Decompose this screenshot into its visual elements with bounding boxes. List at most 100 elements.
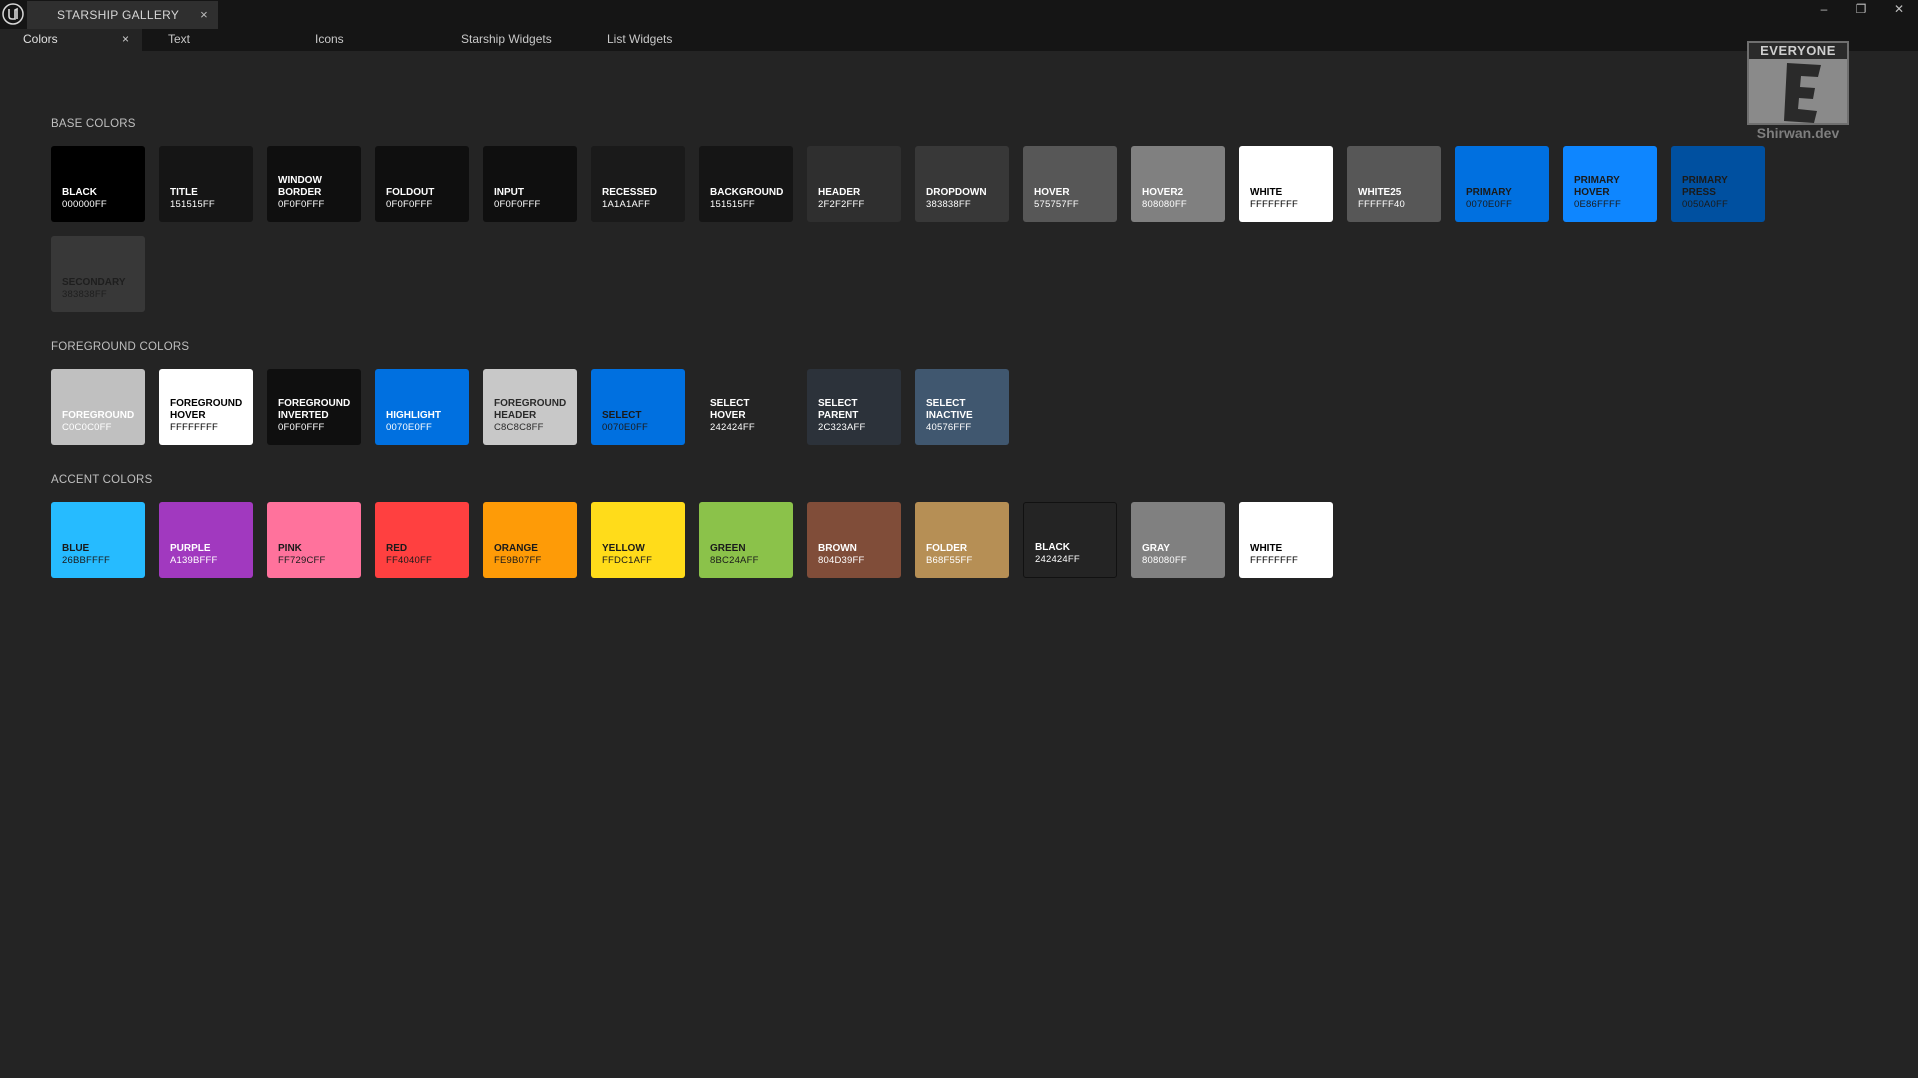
esrb-rating-badge: EVERYONE Shirwan.dev <box>1747 41 1849 141</box>
color-swatch[interactable]: WHITE25 FFFFFF40 <box>1347 146 1441 222</box>
swatch-hex: A139BFFF <box>170 555 218 566</box>
color-swatch[interactable]: RECESSED 1A1A1AFF <box>591 146 685 222</box>
restore-button[interactable]: ❐ <box>1843 0 1879 18</box>
title-bar: STARSHIP GALLERY × – ❐ ✕ <box>0 0 1918 29</box>
swatch-text: INPUT 0F0F0FFF <box>494 187 573 211</box>
color-swatch[interactable]: SELECT 0070E0FF <box>591 369 685 445</box>
swatch-text: FOREGROUND INVERTED 0F0F0FFF <box>278 398 357 434</box>
color-swatch[interactable]: HOVER2 808080FF <box>1131 146 1225 222</box>
color-swatch[interactable]: PINK FF729CFF <box>267 502 361 578</box>
swatch-text: FOREGROUND HOVER FFFFFFFF <box>170 398 249 434</box>
swatch-hex: FF729CFF <box>278 555 326 566</box>
swatch-name: WHITE <box>1250 187 1283 198</box>
swatch-hex: 0F0F0FFF <box>278 199 325 210</box>
accent-colors-grid: BLUE 26BBFFFF PURPLE A139BFFF PINK FF729CFF RE… <box>51 502 1781 578</box>
swatch-hex: FFDC1AFF <box>602 555 653 566</box>
swatch-name: HOVER <box>1034 187 1070 198</box>
color-swatch[interactable]: SECONDARY 383838FF <box>51 236 145 312</box>
tab-text[interactable]: Text <box>168 29 190 51</box>
color-swatch[interactable]: WHITE FFFFFFFF <box>1239 146 1333 222</box>
swatch-name: WHITE <box>1250 543 1283 554</box>
color-swatch[interactable]: WINDOW BORDER 0F0F0FFF <box>267 146 361 222</box>
color-swatch[interactable]: HEADER 2F2F2FFF <box>807 146 901 222</box>
swatch-hex: 0070E0FF <box>386 422 432 433</box>
color-swatch[interactable]: FOREGROUND HOVER FFFFFFFF <box>159 369 253 445</box>
color-swatch[interactable]: PURPLE A139BFFF <box>159 502 253 578</box>
color-swatch[interactable]: HIGHLIGHT 0070E0FF <box>375 369 469 445</box>
swatch-hex: 804D39FF <box>818 555 865 566</box>
swatch-name: SELECT INACTIVE <box>926 398 973 421</box>
color-swatch[interactable]: RED FF4040FF <box>375 502 469 578</box>
color-swatch[interactable]: GREEN 8BC24AFF <box>699 502 793 578</box>
swatch-name: BROWN <box>818 543 857 554</box>
document-tab-label: STARSHIP GALLERY <box>57 8 180 22</box>
color-swatch[interactable]: BLUE 26BBFFFF <box>51 502 145 578</box>
tab-icons[interactable]: Icons <box>315 29 344 51</box>
color-swatch[interactable]: YELLOW FFDC1AFF <box>591 502 685 578</box>
color-swatch[interactable]: BROWN 804D39FF <box>807 502 901 578</box>
color-swatch[interactable]: INPUT 0F0F0FFF <box>483 146 577 222</box>
color-swatch[interactable]: FOREGROUND INVERTED 0F0F0FFF <box>267 369 361 445</box>
color-swatch[interactable]: HOVER 575757FF <box>1023 146 1117 222</box>
tab-colors[interactable]: Colors × <box>0 29 142 51</box>
swatch-hex: FFFFFFFF <box>1250 199 1299 210</box>
swatch-hex: FE9B07FF <box>494 555 542 566</box>
close-tab-icon[interactable]: × <box>200 1 208 29</box>
swatch-text: SELECT PARENT 2C323AFF <box>818 398 897 434</box>
minimize-button[interactable]: – <box>1806 0 1842 18</box>
color-swatch[interactable]: DROPDOWN 383838FF <box>915 146 1009 222</box>
tab-starship-widgets[interactable]: Starship Widgets <box>461 29 552 51</box>
color-swatch[interactable]: FOLDER B68F55FF <box>915 502 1009 578</box>
color-swatch[interactable]: FOLDOUT 0F0F0FFF <box>375 146 469 222</box>
rating-header: EVERYONE <box>1749 43 1847 59</box>
swatch-name: GREEN <box>710 543 746 554</box>
color-swatch[interactable]: PRIMARY 0070E0FF <box>1455 146 1549 222</box>
swatch-hex: 383838FF <box>926 199 971 210</box>
swatch-text: SELECT INACTIVE 40576FFF <box>926 398 1005 434</box>
color-swatch[interactable]: FOREGROUND C0C0C0FF <box>51 369 145 445</box>
swatch-text: FOLDER B68F55FF <box>926 543 1005 567</box>
swatch-hex: FFFFFFFF <box>1250 555 1299 566</box>
color-swatch[interactable]: SELECT HOVER 242424FF <box>699 369 793 445</box>
section-title-foreground: FOREGROUND COLORS <box>51 341 190 353</box>
color-swatch[interactable]: BLACK 242424FF <box>1023 502 1117 578</box>
swatch-name: PINK <box>278 543 302 554</box>
swatch-hex: 0050A0FF <box>1682 199 1728 210</box>
color-swatch[interactable]: BLACK 000000FF <box>51 146 145 222</box>
color-swatch[interactable]: PRIMARY HOVER 0E86FFFF <box>1563 146 1657 222</box>
unreal-engine-logo-icon[interactable] <box>2 3 24 25</box>
color-swatch[interactable]: FOREGROUND HEADER C8C8C8FF <box>483 369 577 445</box>
swatch-name: RED <box>386 543 408 554</box>
swatch-text: PRIMARY 0070E0FF <box>1466 187 1545 211</box>
close-icon[interactable]: × <box>122 29 129 49</box>
color-swatch[interactable]: BACKGROUND 151515FF <box>699 146 793 222</box>
swatch-name: HEADER <box>818 187 861 198</box>
tab-list-widgets[interactable]: List Widgets <box>607 29 672 51</box>
color-swatch[interactable]: ORANGE FE9B07FF <box>483 502 577 578</box>
swatch-text: SECONDARY 383838FF <box>62 277 141 301</box>
swatch-name: BLUE <box>62 543 90 554</box>
swatch-hex: 151515FF <box>170 199 215 210</box>
color-swatch[interactable]: GRAY 808080FF <box>1131 502 1225 578</box>
close-window-button[interactable]: ✕ <box>1881 0 1917 18</box>
swatch-text: PINK FF729CFF <box>278 543 357 567</box>
color-swatch[interactable]: WHITE FFFFFFFF <box>1239 502 1333 578</box>
swatch-text: WHITE FFFFFFFF <box>1250 187 1329 211</box>
swatch-name: FOREGROUND HEADER <box>494 398 567 421</box>
color-swatch[interactable]: PRIMARY PRESS 0050A0FF <box>1671 146 1765 222</box>
swatch-hex: 808080FF <box>1142 555 1187 566</box>
swatch-hex: 2C323AFF <box>818 422 866 433</box>
color-swatch[interactable]: TITLE 151515FF <box>159 146 253 222</box>
swatch-name: PRIMARY HOVER <box>1574 175 1620 198</box>
swatch-name: PRIMARY PRESS <box>1682 175 1728 198</box>
color-swatch[interactable]: SELECT PARENT 2C323AFF <box>807 369 901 445</box>
swatch-text: FOLDOUT 0F0F0FFF <box>386 187 465 211</box>
swatch-hex: 242424FF <box>1035 554 1080 565</box>
color-swatch[interactable]: SELECT INACTIVE 40576FFF <box>915 369 1009 445</box>
swatch-name: DROPDOWN <box>926 187 987 198</box>
swatch-text: PURPLE A139BFFF <box>170 543 249 567</box>
document-tab[interactable]: STARSHIP GALLERY × <box>27 1 218 29</box>
swatch-text: RECESSED 1A1A1AFF <box>602 187 681 211</box>
swatch-hex: 0F0F0FFF <box>494 199 541 210</box>
swatch-name: FOLDER <box>926 543 968 554</box>
